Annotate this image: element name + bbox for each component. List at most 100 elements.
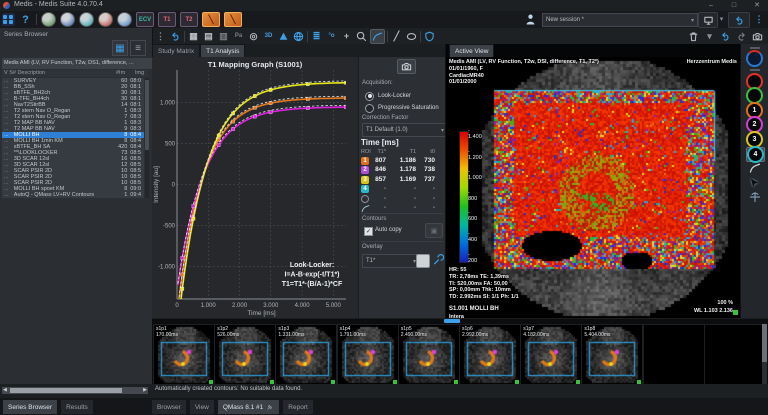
shield-icon[interactable] bbox=[423, 30, 436, 43]
film-frame-s1p8[interactable]: s1p85.404.00ms bbox=[581, 324, 643, 386]
roi-row[interactable]: 38571.169737 bbox=[361, 176, 443, 185]
tab-report[interactable]: Report bbox=[282, 399, 314, 414]
list-view-icon[interactable]: ≡ bbox=[130, 40, 146, 56]
overflow-menu-icon[interactable]: ⋮ bbox=[754, 12, 764, 26]
tab-browser[interactable]: Browser bbox=[151, 399, 187, 414]
link-series-icon[interactable]: °o bbox=[325, 30, 338, 43]
app-icon-3[interactable] bbox=[79, 12, 94, 27]
overlay-layers-icon[interactable]: ≣ bbox=[310, 30, 323, 43]
filmstrip-scrollbar[interactable] bbox=[762, 324, 767, 384]
t1-app-icon[interactable]: T1 bbox=[158, 12, 176, 27]
curve-tool-icon[interactable] bbox=[370, 29, 385, 44]
roi3-tool-icon[interactable]: 3 bbox=[746, 133, 763, 146]
tab-series-browser[interactable]: Series Browser bbox=[2, 399, 58, 414]
film-frame-s1p2[interactable]: s1p2526.00ms bbox=[214, 324, 276, 386]
film-frame-s1p6[interactable]: s1p62.992.00ms bbox=[459, 324, 521, 386]
active-view-tab[interactable]: Active View bbox=[449, 44, 494, 57]
series-row-menu-icon[interactable]: ... bbox=[2, 192, 14, 198]
copy-contours-button[interactable]: ▣ bbox=[425, 223, 443, 238]
film-frame-s1p3[interactable]: s1p31.331.00ms bbox=[275, 324, 337, 386]
roi-row[interactable]: 4--- bbox=[361, 185, 443, 194]
grid-view-icon[interactable]: ▦ bbox=[112, 40, 128, 56]
axes-tool-icon[interactable] bbox=[746, 191, 763, 204]
orange-app-icon-2[interactable]: ╲ bbox=[224, 12, 242, 27]
series-hscrollbar[interactable]: ◀ ▶ bbox=[2, 387, 148, 394]
col-img-time[interactable]: Img bbox=[135, 70, 144, 76]
app-icon-4[interactable] bbox=[98, 12, 113, 27]
roi1-tool-icon[interactable]: 1 bbox=[746, 104, 763, 117]
t2-app-icon[interactable]: T2 bbox=[180, 12, 198, 27]
volume-cone-icon[interactable] bbox=[277, 30, 290, 43]
cine-icon[interactable]: ◎ bbox=[247, 30, 260, 43]
session-combo[interactable]: New session * ▾ bbox=[542, 13, 698, 27]
snapshot-icon[interactable] bbox=[751, 30, 764, 43]
film-frame-s1p1[interactable]: s1p1170.00ms bbox=[153, 324, 215, 386]
overlay-combo[interactable]: T1* ▾ bbox=[362, 254, 420, 268]
reset-view-icon[interactable] bbox=[169, 30, 182, 43]
graph-snapshot-button[interactable] bbox=[397, 59, 416, 74]
globe-icon[interactable] bbox=[292, 30, 305, 43]
parameter-icon[interactable]: Pa bbox=[232, 30, 245, 43]
film-frame-s1p7[interactable]: s1p74.182.00ms bbox=[520, 324, 582, 386]
redo-icon[interactable] bbox=[735, 30, 748, 43]
app-icon-1[interactable] bbox=[41, 12, 56, 27]
close-button[interactable]: ✕ bbox=[749, 0, 765, 10]
drag-handle-icon[interactable]: ⋮ bbox=[154, 30, 167, 43]
help-icon[interactable]: ? bbox=[19, 13, 32, 26]
roi2-tool-icon[interactable]: 2 bbox=[746, 118, 763, 131]
radio-progressive-saturation[interactable]: Progressive Saturation bbox=[365, 102, 445, 114]
roi-row[interactable]: --- bbox=[361, 195, 443, 204]
delete-caret-icon[interactable]: ▾ bbox=[703, 30, 716, 43]
radio-look-locker[interactable]: Look-Locker bbox=[365, 90, 445, 102]
endo-contour-icon[interactable] bbox=[746, 75, 763, 88]
roi-row[interactable]: 28461.178738 bbox=[361, 166, 443, 175]
roi-row[interactable]: 18071.186730 bbox=[361, 157, 443, 166]
col-description[interactable]: V S# Description bbox=[4, 70, 45, 76]
layout-rows-icon[interactable]: ▤ bbox=[202, 30, 215, 43]
study-group-tab[interactable]: Medis AMI (LV, RV Function, T2w, DS1, di… bbox=[2, 58, 152, 69]
overlay-map-button[interactable] bbox=[416, 254, 430, 268]
series-scrollbar[interactable] bbox=[145, 78, 149, 198]
filmstrip-splitter-handle[interactable] bbox=[444, 319, 460, 323]
tab-study-matrix[interactable]: Study Matrix bbox=[152, 44, 200, 57]
line-tool-icon[interactable]: ╱ bbox=[390, 30, 403, 43]
switch-session-button[interactable] bbox=[728, 12, 750, 28]
series-row[interactable]: ...AutoQ - QMass LV+RV Contours109:4 bbox=[2, 192, 144, 198]
app-icon-2[interactable] bbox=[60, 12, 75, 27]
pin-icon[interactable] bbox=[266, 403, 274, 411]
probe-tool-icon[interactable] bbox=[746, 52, 763, 65]
app-icon-5[interactable] bbox=[117, 12, 132, 27]
film-frame-s1p5[interactable]: s1p52.490.00ms bbox=[398, 324, 460, 386]
tab-t1-analysis[interactable]: T1 Analysis bbox=[200, 44, 245, 57]
arrow-tool-icon[interactable] bbox=[746, 176, 763, 189]
curve-tool-icon[interactable] bbox=[746, 162, 763, 175]
tab-results[interactable]: Results bbox=[60, 399, 94, 414]
tab-qmass-8-1-1[interactable]: QMass 8.1 #1 bbox=[217, 399, 280, 414]
epi-contour-icon[interactable] bbox=[746, 89, 763, 102]
tab-view[interactable]: View bbox=[189, 399, 215, 414]
col-num-images[interactable]: #Im bbox=[116, 70, 125, 76]
delete-icon[interactable] bbox=[687, 30, 700, 43]
overlay-settings-wrench-icon[interactable] bbox=[431, 253, 444, 266]
workspaces-icon[interactable] bbox=[2, 13, 15, 26]
three-d-icon[interactable]: 3D bbox=[262, 30, 275, 43]
maximize-button[interactable]: □ bbox=[726, 0, 742, 10]
ellipse-tool-icon[interactable] bbox=[405, 30, 418, 43]
minimize-button[interactable]: – bbox=[703, 0, 719, 10]
auto-copy-checkbox[interactable]: ✓ bbox=[364, 227, 373, 236]
t1-mapping-chart[interactable]: 01.0002.0003.0004.0005.000-1.000-5000500… bbox=[152, 57, 358, 318]
roi4-tool-icon[interactable]: 4 bbox=[746, 147, 765, 162]
pan-icon[interactable]: + bbox=[340, 30, 353, 43]
layout-cols-icon[interactable]: ▥ bbox=[217, 30, 230, 43]
layout-caret-icon[interactable]: ▾ bbox=[718, 14, 725, 24]
zoom-icon[interactable] bbox=[355, 30, 368, 43]
ecv-app-icon[interactable]: ECV bbox=[136, 12, 154, 27]
study-matrix-icon[interactable]: ▦ bbox=[187, 30, 200, 43]
undo-icon[interactable] bbox=[719, 30, 732, 43]
roi-row[interactable]: --- bbox=[361, 204, 443, 213]
film-frame-s1p4[interactable]: s1p41.791.00ms bbox=[337, 324, 399, 386]
user-session-icon[interactable] bbox=[524, 13, 537, 26]
correction-factor-combo[interactable]: T1 Default (1.0) ▾ bbox=[362, 123, 448, 137]
workspace-layout-button[interactable] bbox=[698, 12, 718, 28]
toolbar-handle[interactable] bbox=[750, 47, 760, 49]
